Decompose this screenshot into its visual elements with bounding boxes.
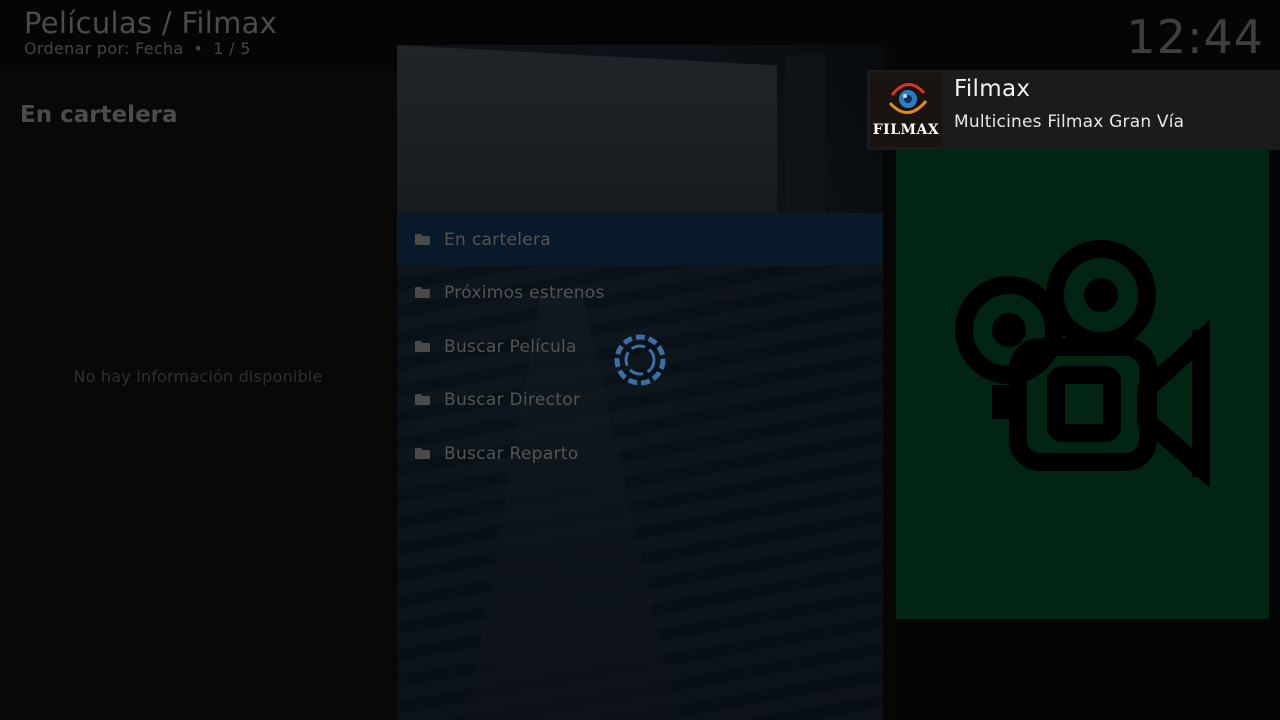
list-item-label: En cartelera [444,229,551,250]
cinema-screen [397,45,777,215]
folder-icon [415,234,430,245]
info-panel [0,70,396,720]
folder-icon [415,448,430,459]
folder-icon [415,341,430,352]
loading-spinner-icon [613,333,667,387]
poster-thumbnail [896,150,1269,619]
no-info-message: No hay información disponible [73,367,323,386]
breadcrumb: Películas / Filmax [24,6,278,40]
sort-info: Ordenar por: Fecha • 1 / 5 [24,39,251,58]
list-item-label: Buscar Reparto [444,443,579,464]
filmax-logo: FILMAX [870,73,942,147]
selected-item-title: En cartelera [20,102,178,128]
list-item-en-cartelera[interactable]: En cartelera [397,213,883,266]
folder-icon [415,394,430,405]
logo-text: FILMAX [872,122,940,138]
filmax-eye-icon [888,83,928,114]
folder-icon [415,287,430,298]
clock: 12:44 [1126,10,1264,64]
list-item-buscar-reparto[interactable]: Buscar Reparto [397,427,883,480]
notification-title: Filmax [954,76,1031,102]
list-item-label: Buscar Película [444,336,577,357]
notification-toast: FILMAX Filmax Multicines Filmax Gran Vía [867,70,1280,150]
sort-label: Ordenar por: Fecha [24,39,184,58]
separator-dot: • [193,39,204,58]
list-item-proximos-estrenos[interactable]: Próximos estrenos [397,266,883,319]
list-item-label: Próximos estrenos [444,282,605,303]
movie-camera-icon [955,240,1210,488]
item-position: 1 / 5 [213,39,251,58]
list-item-label: Buscar Director [444,389,581,410]
notification-message: Multicines Filmax Gran Vía [954,112,1185,132]
